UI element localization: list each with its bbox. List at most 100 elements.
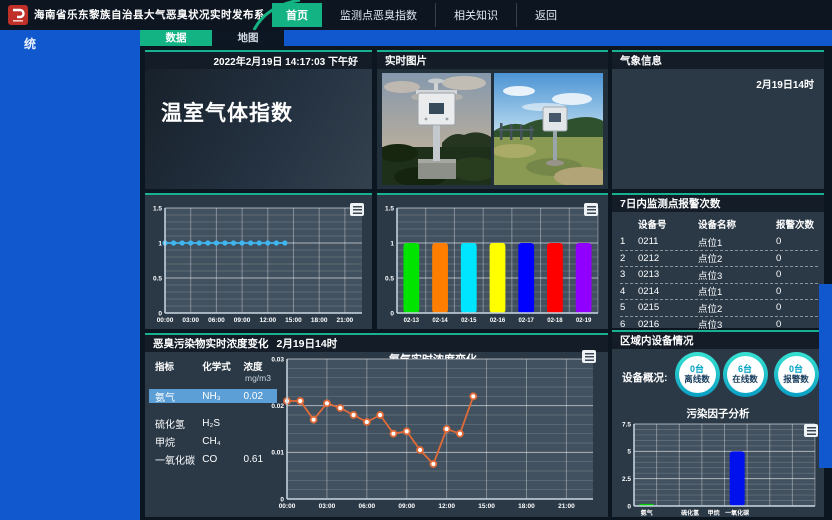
svg-text:0.5: 0.5 [385, 275, 394, 282]
svg-text:06:00: 06:00 [208, 317, 225, 324]
dashboard-screen: 海南省乐东黎族自治县大气恶臭状况实时发布系 首页监测点恶臭指数相关知识返回 统 … [0, 0, 832, 520]
col-formula: 化学式 [202, 359, 243, 373]
greenhouse-trend-panel: 00.511.500:0003:0006:0009:0012:0015:0018… [145, 193, 372, 329]
svg-text:00:00: 00:00 [279, 503, 296, 510]
chart-menu-icon[interactable] [350, 203, 364, 216]
col-device-id: 设备号 [638, 217, 698, 231]
devices-panel-title: 区域内设备情况 [612, 332, 824, 349]
region-devices-panel: 区域内设备情况 设备概况: 0台离线数6台在线数0台报警数 污染因子分析 02.… [612, 330, 824, 517]
svg-text:02-16: 02-16 [490, 318, 506, 324]
svg-text:1.5: 1.5 [385, 205, 394, 212]
alarm-table-row: 50215点位20 [620, 300, 818, 317]
weather-timestamp: 2月19日14时 [756, 76, 814, 91]
svg-text:15:00: 15:00 [478, 503, 495, 510]
daily-index-panel: 00.511.502-1302-1402-1502-1602-1702-1802… [377, 193, 608, 329]
svg-text:03:00: 03:00 [182, 317, 199, 324]
svg-text:0: 0 [627, 503, 631, 510]
svg-text:02-14: 02-14 [432, 318, 448, 324]
svg-text:03:00: 03:00 [319, 503, 336, 510]
top-bar: 海南省乐东黎族自治县大气恶臭状况实时发布系 首页监测点恶臭指数相关知识返回 [0, 0, 832, 30]
svg-text:12:00: 12:00 [438, 503, 455, 510]
chart-menu-icon[interactable] [584, 203, 598, 216]
nh3-trend-chart: 00.010.020.0300:0003:0006:0009:0012:0015… [261, 351, 605, 513]
tab-bar: 数据地图 [140, 30, 832, 46]
realtime-photos-panel: 实时图片 [377, 50, 608, 189]
svg-text:02-18: 02-18 [547, 318, 563, 324]
station-photo-field [494, 73, 603, 185]
svg-text:21:00: 21:00 [337, 317, 354, 324]
brand-logo-icon [8, 5, 28, 25]
svg-text:02-17: 02-17 [519, 318, 535, 324]
pollutant-panel-title: 恶臭污染物实时浓度变化 [153, 336, 269, 351]
pollutant-row[interactable]: 一氧化碳CO0.61 [149, 452, 277, 466]
nav-item-home[interactable]: 首页 [272, 3, 322, 27]
stat-circle-alarm: 0台报警数 [774, 352, 819, 397]
svg-text:氨气: 氨气 [641, 509, 653, 517]
alarm-table-header: 设备号 设备名称 报警次数 [620, 217, 818, 231]
pollutant-row[interactable]: 硫化氢H₂S [149, 416, 277, 430]
alarm-panel-title: 7日内监测点报警次数 [612, 195, 824, 212]
pollutant-table-header: 指标 化学式 浓度 [149, 359, 277, 373]
stat-circle-online: 6台在线数 [723, 352, 768, 397]
weather-panel: 气象信息 2月19日14时 [612, 50, 824, 189]
sidebar: 统 [0, 30, 140, 520]
pollutant-row[interactable]: 甲烷CH₄ [149, 434, 277, 448]
svg-text:1.5: 1.5 [153, 205, 162, 212]
station-photo-dusk [382, 73, 491, 185]
nav-item-knowledge[interactable]: 相关知识 [435, 3, 516, 27]
scrollbar-track[interactable] [819, 284, 832, 468]
svg-text:00:00: 00:00 [157, 317, 174, 324]
alarm-table-row: 30213点位30 [620, 267, 818, 284]
svg-text:1: 1 [158, 240, 162, 247]
daily-index-bar-chart: 00.511.502-1302-1402-1502-1602-1702-1802… [379, 198, 606, 328]
svg-text:09:00: 09:00 [234, 317, 251, 324]
nav-item-back[interactable]: 返回 [516, 3, 575, 27]
tab-map[interactable]: 地图 [212, 30, 284, 46]
greenhouse-index-headline: 温室气体指数 [161, 97, 293, 127]
stat-label: 报警数 [783, 375, 809, 385]
svg-text:1: 1 [390, 240, 394, 247]
svg-text:0.03: 0.03 [271, 356, 284, 363]
svg-text:0.5: 0.5 [153, 275, 162, 282]
pollutant-table-rows: 氨气NH₃0.02 硫化氢H₂S 甲烷CH₄ 一氧化碳CO0.61 [149, 389, 277, 466]
svg-text:09:00: 09:00 [398, 503, 415, 510]
svg-text:甲烷: 甲烷 [708, 509, 720, 517]
device-overview-label: 设备概况: [622, 370, 668, 385]
svg-text:5: 5 [627, 449, 631, 456]
tab-data[interactable]: 数据 [140, 30, 212, 46]
col-indicator: 指标 [155, 359, 202, 373]
weather-panel-title: 气象信息 [612, 52, 824, 69]
pollution-factor-chart: 02.557.5氨气硫化氢甲烷一氧化碳 [616, 420, 820, 517]
svg-text:21:00: 21:00 [558, 503, 575, 510]
photos-panel-title: 实时图片 [377, 52, 608, 69]
svg-text:一氧化碳: 一氧化碳 [725, 509, 750, 517]
svg-text:15:00: 15:00 [285, 317, 302, 324]
alarm-count-panel: 7日内监测点报警次数 设备号 设备名称 报警次数 10211点位1020212点… [612, 193, 824, 328]
alarm-table: 设备号 设备名称 报警次数 10211点位1020212点位2030213点位3… [620, 217, 818, 333]
svg-text:硫化氢: 硫化氢 [681, 509, 699, 517]
col-device-name: 设备名称 [698, 217, 776, 231]
pollutant-panel-header: 恶臭污染物实时浓度变化 2月19日14时 [145, 335, 608, 352]
chart-menu-icon[interactable] [804, 424, 818, 437]
alarm-table-row: 10211点位10 [620, 234, 818, 251]
svg-text:2.5: 2.5 [622, 476, 631, 483]
pollutant-timestamp: 2月19日14时 [277, 336, 338, 351]
svg-text:06:00: 06:00 [359, 503, 376, 510]
svg-text:12:00: 12:00 [259, 317, 276, 324]
svg-text:18:00: 18:00 [311, 317, 328, 324]
svg-text:02-13: 02-13 [404, 318, 420, 324]
pollutant-row[interactable]: 氨气NH₃0.02 [149, 389, 277, 403]
greenhouse-trend-chart: 00.511.500:0003:0006:0009:0012:0015:0018… [147, 198, 370, 328]
stat-circle-offline: 0台离线数 [675, 352, 720, 397]
app-title-overflow: 统 [24, 35, 36, 52]
greeting-panel: 2022年2月19日 14:17:03 下午好 温室气体指数 [145, 50, 372, 189]
alarm-table-row: 40214点位10 [620, 284, 818, 301]
chart-menu-icon[interactable] [582, 350, 596, 363]
datetime-text: 2022年2月19日 14:17:03 下午好 [145, 52, 372, 69]
stat-label: 在线数 [732, 375, 758, 385]
alarm-table-row: 20212点位20 [620, 251, 818, 268]
pollutant-panel: 恶臭污染物实时浓度变化 2月19日14时 指标 化学式 浓度 mg/m3 氨气N… [145, 333, 608, 517]
nav-item-odor-index[interactable]: 监测点恶臭指数 [322, 3, 435, 27]
alarm-table-rows: 10211点位1020212点位2030213点位3040214点位105021… [620, 234, 818, 333]
svg-text:0.02: 0.02 [271, 403, 284, 410]
